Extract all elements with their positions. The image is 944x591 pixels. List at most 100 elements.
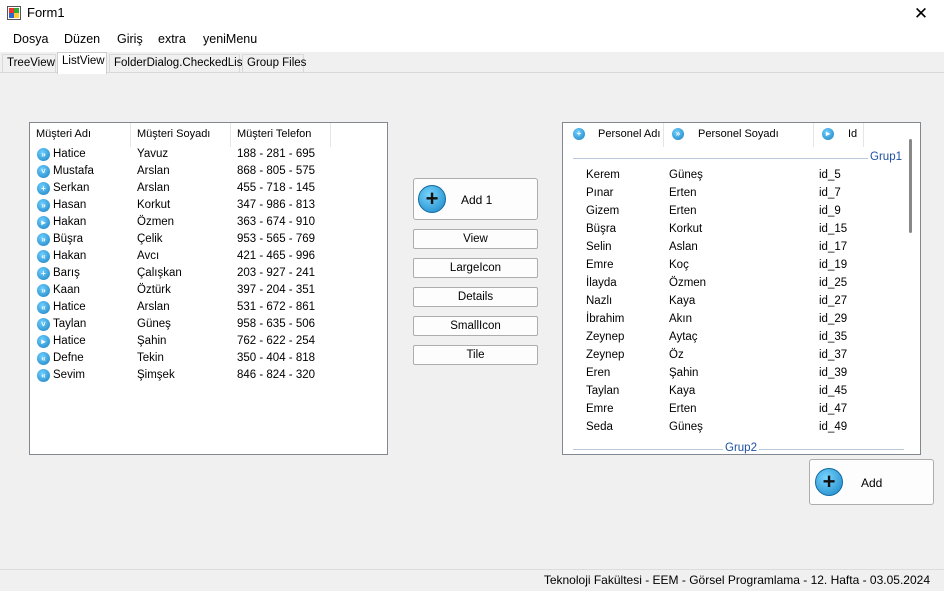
- table-row[interactable]: + Barış Çalışkan 203 - 927 - 241: [30, 266, 387, 283]
- customer-name: Büşra: [53, 233, 84, 245]
- smallicon-button[interactable]: SmallIcon: [413, 316, 538, 336]
- add-button[interactable]: + Add: [809, 459, 934, 505]
- tile-button[interactable]: Tile: [413, 345, 538, 365]
- list-item[interactable]: Emre Koç id_19: [563, 258, 920, 275]
- list-item[interactable]: Kerem Güneş id_5: [563, 168, 920, 185]
- column-header-id[interactable]: ▸ Id: [814, 123, 864, 147]
- personnel-name: Taylan: [586, 385, 620, 397]
- table-row[interactable]: «Hatice Arslan 531 - 672 - 861: [30, 300, 387, 317]
- view-button[interactable]: View: [413, 229, 538, 249]
- group-header[interactable]: Grup1: [573, 151, 904, 165]
- personnel-id: id_19: [819, 259, 848, 271]
- fast-forward-icon: »: [37, 233, 50, 246]
- table-row[interactable]: » Hasan Korkut 347 - 986 - 813: [30, 198, 387, 215]
- rewind-icon: «: [37, 369, 50, 382]
- tab-listview[interactable]: ListView: [57, 52, 107, 74]
- list-item[interactable]: Zeynep Öz id_37: [563, 348, 920, 365]
- listview-tab-page: Müşteri Adı Müşteri Soyadı Müşteri Telef…: [0, 72, 944, 569]
- personnel-name: Eren: [586, 367, 611, 379]
- add1-button[interactable]: + Add 1: [413, 178, 538, 220]
- list-item[interactable]: Eren Şahin id_39: [563, 366, 920, 383]
- list-item[interactable]: Gizem Erten id_9: [563, 204, 920, 221]
- app-icon: [7, 6, 21, 20]
- personnel-surname: Kaya: [669, 295, 696, 307]
- column-header-musteri-adi[interactable]: Müşteri Adı: [30, 123, 131, 147]
- customer-surname: Özmen: [137, 216, 175, 228]
- table-row[interactable]: «Hakan Avcı 421 - 465 - 996: [30, 249, 387, 266]
- list-item[interactable]: Nazlı Kaya id_27: [563, 294, 920, 311]
- customers-listview[interactable]: Müşteri Adı Müşteri Soyadı Müşteri Telef…: [29, 122, 388, 455]
- customer-name: Kaan: [53, 284, 80, 296]
- menu-yenimenu[interactable]: yeniMenu: [202, 32, 258, 46]
- fast-forward-icon: »: [37, 199, 50, 212]
- table-row[interactable]: » Hatice Yavuz 188 - 281 - 695: [30, 147, 387, 164]
- customer-name: Serkan: [53, 182, 90, 194]
- column-header-personel-soyadi[interactable]: » Personel Soyadı: [664, 123, 814, 147]
- list-item[interactable]: Selin Aslan id_17: [563, 240, 920, 257]
- list-item[interactable]: İlayda Özmen id_25: [563, 276, 920, 293]
- personnel-id: id_9: [819, 205, 841, 217]
- personnel-id: id_15: [819, 223, 848, 235]
- personnel-id: id_27: [819, 295, 848, 307]
- menu-giris[interactable]: Giriş: [116, 32, 144, 46]
- group-header[interactable]: Grup2: [573, 442, 904, 454]
- table-row[interactable]: ▸ Hatice Şahin 762 - 622 - 254: [30, 334, 387, 351]
- table-row[interactable]: ˅ Taylan Güneş 958 - 635 - 506: [30, 317, 387, 334]
- customer-surname: Arslan: [137, 165, 170, 177]
- tab-group-files[interactable]: Group Files: [242, 54, 306, 73]
- column-header-musteri-telefon[interactable]: Müşteri Telefon: [231, 123, 331, 147]
- customer-surname: Şimşek: [137, 369, 175, 381]
- add1-label: Add 1: [461, 193, 493, 207]
- customer-name: Sevim: [53, 369, 85, 381]
- list-item[interactable]: Emre Erten id_47: [563, 402, 920, 419]
- group-label: Grup1: [868, 151, 904, 163]
- plus-icon: +: [573, 128, 585, 140]
- column-header-musteri-soyadi[interactable]: Müşteri Soyadı: [131, 123, 231, 147]
- personnel-id: id_25: [819, 277, 848, 289]
- details-button[interactable]: Details: [413, 287, 538, 307]
- table-row[interactable]: «Sevim Şimşek 846 - 824 - 320: [30, 368, 387, 385]
- list-item[interactable]: Taylan Kaya id_45: [563, 384, 920, 401]
- personnel-id: id_7: [819, 187, 841, 199]
- plus-icon: +: [815, 468, 843, 496]
- menu-dosya[interactable]: Dosya: [12, 32, 49, 46]
- list-item[interactable]: Zeynep Aytaç id_35: [563, 330, 920, 347]
- menu-duzen[interactable]: Düzen: [63, 32, 101, 46]
- table-row[interactable]: + Serkan Arslan 455 - 718 - 145: [30, 181, 387, 198]
- personnel-listview[interactable]: + Personel Adı » Personel Soyadı ▸ Id Gr…: [562, 122, 921, 455]
- customer-surname: Avcı: [137, 250, 160, 262]
- plus-icon: +: [37, 267, 50, 280]
- customer-name: Taylan: [53, 318, 87, 330]
- table-row[interactable]: ▸ Hakan Özmen 363 - 674 - 910: [30, 215, 387, 232]
- rewind-icon: «: [37, 250, 50, 263]
- list-item[interactable]: Büşra Korkut id_15: [563, 222, 920, 239]
- personnel-surname: Özmen: [669, 277, 707, 289]
- table-row[interactable]: ˅ Mustafa Arslan 868 - 805 - 575: [30, 164, 387, 181]
- personnel-id: id_35: [819, 331, 848, 343]
- table-row[interactable]: «Defne Tekin 350 - 404 - 818: [30, 351, 387, 368]
- customer-surname: Arslan: [137, 182, 170, 194]
- list-item[interactable]: Pınar Erten id_7: [563, 186, 920, 203]
- list-item[interactable]: İbrahim Akın id_29: [563, 312, 920, 329]
- customer-surname: Arslan: [137, 301, 170, 313]
- close-button[interactable]: ✕: [898, 0, 944, 28]
- customer-phone: 846 - 824 - 320: [237, 369, 316, 381]
- tab-treeview[interactable]: TreeView: [2, 54, 56, 73]
- personnel-id: id_49: [819, 421, 848, 433]
- fast-forward-icon: »: [37, 148, 50, 161]
- rewind-icon: «: [37, 352, 50, 365]
- personnel-name: Kerem: [586, 169, 620, 181]
- table-row[interactable]: » Büşra Çelik 953 - 565 - 769: [30, 232, 387, 249]
- personnel-name: Selin: [586, 241, 612, 253]
- customer-name: Hasan: [53, 199, 87, 211]
- customer-name: Defne: [53, 352, 84, 364]
- tab-folderdialog-checkedlist[interactable]: FolderDialog.CheckedList: [109, 54, 246, 73]
- column-header-personel-adi[interactable]: + Personel Adı: [563, 123, 664, 147]
- list-item[interactable]: Seda Güneş id_49: [563, 420, 920, 437]
- table-row[interactable]: » Kaan Öztürk 397 - 204 - 351: [30, 283, 387, 300]
- menu-extra[interactable]: extra: [157, 32, 187, 46]
- chevron-down-icon: ˅: [37, 165, 50, 178]
- personnel-name: Seda: [586, 421, 613, 433]
- largeicon-button[interactable]: LargeIcon: [413, 258, 538, 278]
- personnel-id: id_5: [819, 169, 841, 181]
